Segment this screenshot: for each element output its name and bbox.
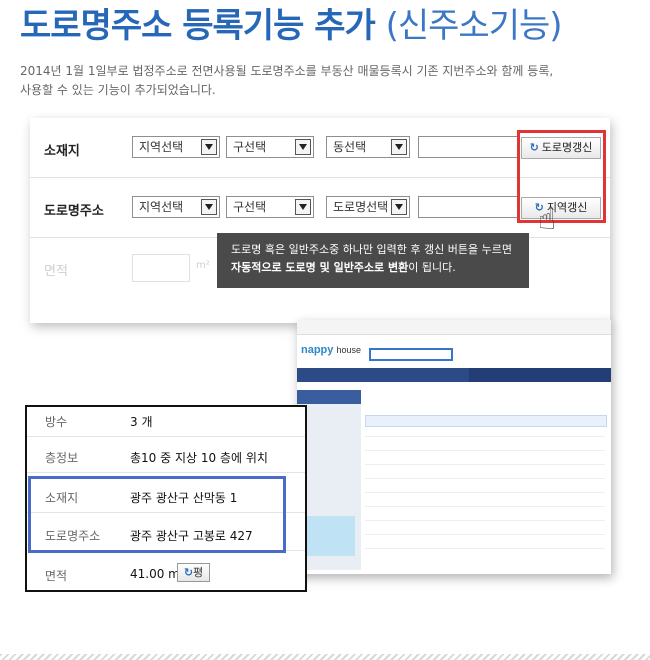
title-bold: 도로명주소 등록기능 추가 [20, 6, 376, 46]
site-row-line [365, 492, 605, 493]
site-row-line [365, 520, 605, 521]
area-convert-label: 평 [193, 566, 204, 579]
site-logo: nappy house [301, 344, 361, 356]
area-convert-button[interactable]: ↻평 [177, 563, 210, 582]
area-unit: m² [196, 260, 210, 271]
detail-row: 층정보 총10 중 지상 10 층에 위치 [27, 439, 305, 473]
detail-value: 3 개 [130, 415, 153, 429]
site-main [365, 400, 609, 570]
detail-key: 층정보 [45, 451, 79, 465]
detail-key: 방수 [45, 415, 68, 429]
dong-select-value: 동선택 [333, 140, 367, 154]
detail-value: 총10 중 지상 10 층에 위치 [130, 451, 268, 465]
refresh-highlight-box [517, 130, 606, 223]
title-light: (신주소기능) [385, 6, 563, 46]
road-district-select-value: 구선택 [233, 200, 267, 214]
site-nav-secondary [469, 368, 611, 382]
site-sidebar-header [297, 390, 361, 404]
region-select-value: 지역선택 [139, 140, 184, 154]
site-logo-sub: house [336, 345, 361, 355]
site-row-line [365, 464, 605, 465]
site-search-box[interactable] [369, 348, 453, 361]
road-region-select-value: 지역선택 [139, 200, 184, 214]
detail-row: 방수 3 개 [27, 403, 305, 437]
bottom-dashed-border [0, 654, 650, 660]
address-detail-input[interactable] [418, 136, 518, 158]
divider [27, 436, 305, 437]
site-listing-bar [365, 415, 607, 427]
website-screenshot: nappy house [297, 320, 611, 574]
site-row-line [365, 534, 605, 535]
desc-line-1: 2014년 1월 1일부로 법정주소로 전면사용될 도로명주소를 부동산 매물등… [20, 64, 554, 78]
area-input[interactable] [132, 254, 190, 282]
tooltip-line-1: 도로명 혹은 일반주소중 하나만 입력한 후 갱신 버튼을 누르면 [231, 243, 512, 256]
region-select[interactable]: 지역선택 [132, 136, 220, 158]
chevron-down-icon[interactable] [295, 139, 311, 155]
site-topbar [297, 320, 611, 335]
chevron-down-icon[interactable] [295, 199, 311, 215]
site-row-line [365, 450, 605, 451]
refresh-icon: ↻ [183, 566, 194, 579]
area-label: 면적 [44, 264, 68, 279]
site-ad-banner [305, 516, 355, 556]
detail-key: 면적 [45, 569, 68, 583]
tooltip: 도로명 혹은 일반주소중 하나만 입력한 후 갱신 버튼을 누르면 자동적으로 … [217, 233, 529, 288]
road-name-select-value: 도로명선택 [333, 200, 389, 214]
address-highlight-box [28, 476, 286, 553]
road-address-label: 도로명주소 [44, 204, 104, 219]
district-select-value: 구선택 [233, 140, 267, 154]
divider [27, 472, 305, 473]
hand-pointer-icon: ☝ [538, 202, 557, 237]
tooltip-rest: 이 됩니다. [408, 261, 456, 274]
site-row-line [365, 548, 605, 549]
desc-line-2: 사용할 수 있는 기능이 추가되었습니다. [20, 83, 216, 97]
road-detail-input[interactable] [418, 196, 518, 218]
road-district-select[interactable]: 구선택 [226, 196, 314, 218]
chevron-down-icon[interactable] [201, 139, 217, 155]
page-title: 도로명주소 등록기능 추가 (신주소기능) [20, 0, 563, 47]
chevron-down-icon[interactable] [391, 139, 407, 155]
description: 2014년 1월 1일부로 법정주소로 전면사용될 도로명주소를 부동산 매물등… [20, 62, 620, 100]
site-row-line [365, 478, 605, 479]
road-name-select[interactable]: 도로명선택 [326, 196, 410, 218]
chevron-down-icon[interactable] [391, 199, 407, 215]
road-region-select[interactable]: 지역선택 [132, 196, 220, 218]
dong-select[interactable]: 동선택 [326, 136, 410, 158]
detail-row: 면적 41.00 m² ↻평 [27, 557, 305, 591]
district-select[interactable]: 구선택 [226, 136, 314, 158]
tooltip-bold: 자동적으로 도로명 및 일반주소로 변환 [231, 261, 409, 274]
site-row-line [365, 506, 605, 507]
site-row-line [365, 436, 605, 437]
tooltip-line-2: 자동적으로 도로명 및 일반주소로 변환이 됩니다. [231, 259, 515, 277]
site-logo-main: nappy [301, 344, 334, 356]
chevron-down-icon[interactable] [201, 199, 217, 215]
address-label: 소재지 [44, 144, 80, 159]
